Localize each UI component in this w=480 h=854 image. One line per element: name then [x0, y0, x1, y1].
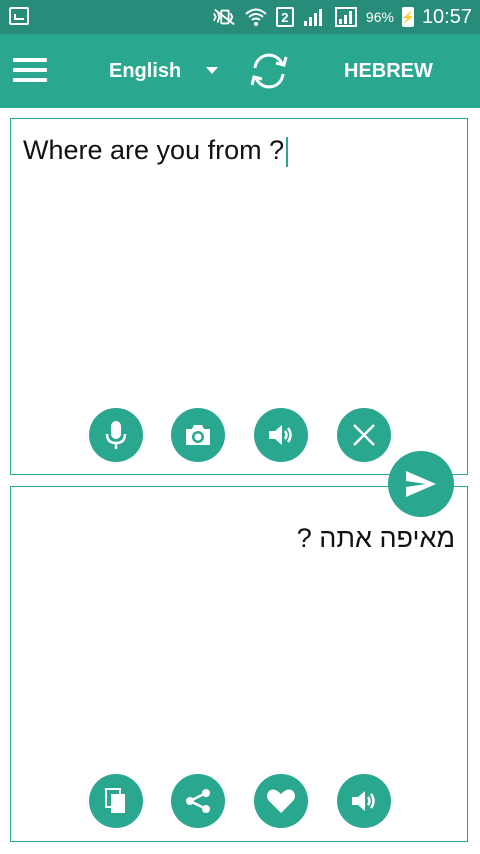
send-icon [406, 471, 436, 497]
speaker-icon [352, 791, 375, 811]
mute-vibrate-icon [212, 7, 236, 27]
translate-send-button[interactable] [388, 451, 454, 517]
battery-percent: 96% [365, 9, 394, 25]
signal-icon [302, 7, 326, 27]
clear-button[interactable] [337, 408, 391, 462]
input-panel: Where are you from ? [10, 118, 468, 475]
input-text: Where are you from ? [23, 135, 285, 165]
copy-icon [105, 788, 125, 813]
input-text-field[interactable]: Where are you from ? [23, 135, 289, 167]
camera-button[interactable] [171, 408, 225, 462]
translated-text: מאיפה אתה ? [296, 523, 455, 553]
source-language-selector[interactable]: English [109, 60, 181, 83]
camera-icon [186, 425, 210, 445]
toolbar: English HEBREW [0, 34, 480, 108]
copy-button[interactable] [89, 774, 143, 828]
share-icon [186, 789, 210, 813]
swap-languages-icon[interactable] [246, 51, 292, 91]
target-language-selector[interactable]: HEBREW [344, 60, 433, 83]
screenshot-icon [9, 7, 29, 25]
speak-input-button[interactable] [254, 408, 308, 462]
wifi-icon [244, 7, 268, 27]
text-cursor [286, 136, 289, 167]
favorite-button[interactable] [254, 774, 308, 828]
battery-charging-icon: ⚡ [401, 7, 415, 27]
share-button[interactable] [171, 774, 225, 828]
hamburger-menu-icon[interactable] [13, 58, 47, 84]
signal-icon [334, 7, 358, 27]
clock: 10:57 [421, 5, 472, 28]
status-bar: 2 96% ⚡ 10:57 [0, 0, 480, 34]
output-panel: מאיפה אתה ? [10, 486, 468, 842]
clear-icon [353, 424, 375, 446]
dropdown-arrow-icon[interactable] [206, 67, 218, 74]
favorite-heart-icon [267, 789, 295, 813]
microphone-button[interactable] [89, 408, 143, 462]
microphone-icon [105, 421, 127, 449]
speaker-icon [269, 425, 292, 445]
sim-slot-indicator: 2 [275, 7, 294, 27]
speak-output-button[interactable] [337, 774, 391, 828]
